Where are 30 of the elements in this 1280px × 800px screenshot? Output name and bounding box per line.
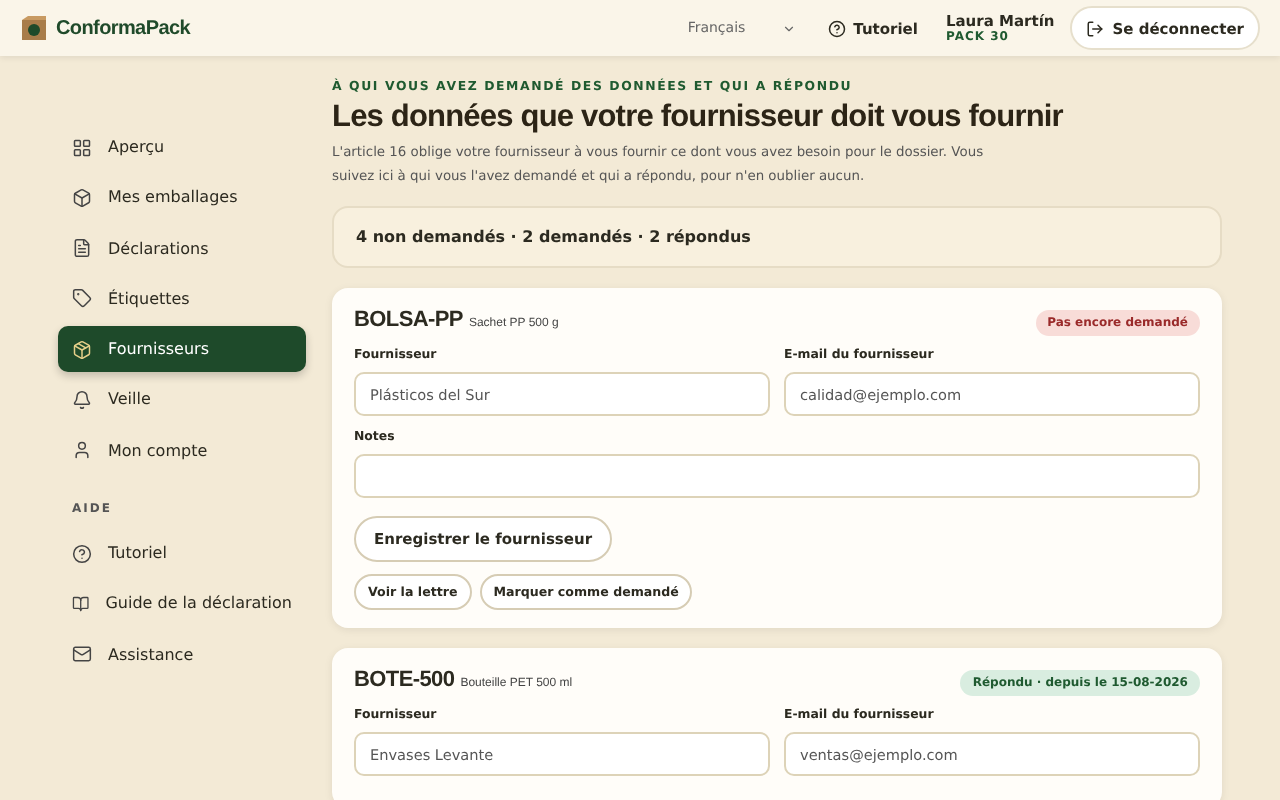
- sidebar-item[interactable]: Mes emballages: [58, 174, 306, 221]
- sidebar-item[interactable]: Guide de la déclaration: [58, 580, 306, 627]
- page-title: Les données que votre fournisseur doit vous fournir: [332, 100, 1065, 136]
- logo-icon: [20, 14, 48, 42]
- summary-panel: 4 non demandés · 2 demandés · 2 répondus: [332, 206, 1222, 268]
- sidebar-item[interactable]: Mon compte: [58, 427, 306, 474]
- logout-icon: [1086, 19, 1105, 37]
- tag-icon: [72, 288, 92, 309]
- chevron-icon: [781, 21, 796, 35]
- package-icon: [72, 339, 92, 360]
- brand-name: ConformaPack: [56, 17, 190, 39]
- cube-icon: [72, 187, 92, 208]
- sidebar-item[interactable]: Tutoriel: [58, 530, 306, 577]
- sidebar-item[interactable]: Veille: [58, 376, 306, 423]
- mail-icon: [72, 644, 92, 665]
- notes-field[interactable]: [354, 454, 1200, 498]
- bell-icon: [72, 389, 92, 410]
- help-icon: [827, 19, 846, 37]
- sidebar-item[interactable]: Fournisseurs: [58, 326, 306, 373]
- sidebar-item[interactable]: Assistance: [58, 631, 306, 678]
- sidebar-item[interactable]: Aperçu: [58, 124, 306, 170]
- document-icon: [72, 238, 92, 259]
- grid-icon: [72, 137, 92, 157]
- product-code: BOTE-500: [354, 668, 455, 692]
- sidebar-item[interactable]: Étiquettes: [58, 275, 306, 322]
- user-icon: [72, 440, 92, 461]
- product-code: BOLSA-PP: [354, 308, 463, 332]
- sidebar-item[interactable]: Déclarations: [58, 225, 306, 272]
- book-icon: [72, 593, 90, 614]
- help-icon: [72, 543, 92, 564]
